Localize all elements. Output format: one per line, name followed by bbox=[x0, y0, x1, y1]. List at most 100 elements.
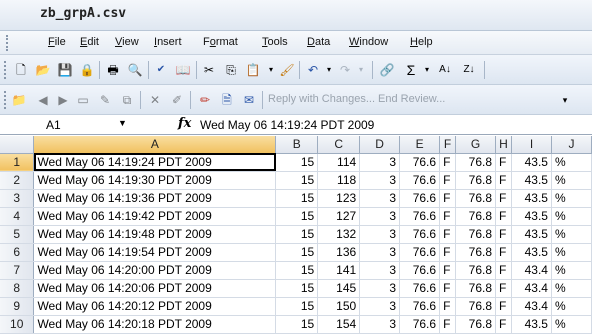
print-preview-icon[interactable]: 🔍 bbox=[126, 61, 144, 79]
select-all-corner[interactable] bbox=[0, 136, 35, 154]
cell-h8[interactable]: F bbox=[495, 279, 512, 298]
cell-a5[interactable]: Wed May 06 14:19:48 PDT 2009 bbox=[33, 225, 277, 244]
new-comment-icon[interactable]: ▭ bbox=[74, 91, 92, 109]
cell-b2[interactable]: 15 bbox=[275, 171, 319, 190]
name-box-dropdown-icon[interactable]: ▼ bbox=[118, 118, 127, 128]
cell-h3[interactable]: F bbox=[495, 189, 512, 208]
column-header-e[interactable]: E bbox=[399, 136, 441, 154]
menu-window[interactable]: Window bbox=[349, 36, 388, 48]
cell-d4[interactable]: 3 bbox=[359, 207, 401, 226]
column-header-g[interactable]: G bbox=[455, 136, 497, 154]
cell-h5[interactable]: F bbox=[495, 225, 512, 244]
cell-b1[interactable]: 15 bbox=[275, 153, 319, 172]
cell-j1[interactable]: % bbox=[551, 153, 592, 172]
cell-g3[interactable]: 76.8 bbox=[455, 189, 497, 208]
cell-g10[interactable]: 76.8 bbox=[455, 315, 497, 334]
cell-g7[interactable]: 76.8 bbox=[455, 261, 497, 280]
toolbar-options-icon[interactable]: ▾ bbox=[556, 91, 574, 109]
name-box[interactable]: A1 bbox=[46, 118, 61, 132]
toolbar-grip[interactable] bbox=[4, 61, 7, 79]
print-icon[interactable]: 🖶 bbox=[104, 61, 122, 79]
cell-d6[interactable]: 3 bbox=[359, 243, 401, 262]
row-header[interactable]: 5 bbox=[0, 225, 35, 244]
save-icon[interactable]: 💾 bbox=[56, 61, 74, 79]
sort-descending-icon[interactable]: Z↓ bbox=[460, 61, 478, 79]
column-header-c[interactable]: C bbox=[317, 136, 361, 154]
cell-a3[interactable]: Wed May 06 14:19:36 PDT 2009 bbox=[33, 189, 277, 208]
cell-e4[interactable]: 76.6 bbox=[399, 207, 441, 226]
show-comment-icon[interactable]: ✎ bbox=[96, 91, 114, 109]
menu-edit[interactable]: Edit bbox=[80, 36, 99, 48]
menubar-grip[interactable] bbox=[6, 35, 9, 51]
redo-dropdown-icon[interactable]: ▾ bbox=[352, 61, 370, 79]
delete-comment-icon[interactable]: ✕ bbox=[146, 91, 164, 109]
menu-insert[interactable]: Insert bbox=[154, 36, 182, 48]
cell-b6[interactable]: 15 bbox=[275, 243, 319, 262]
permission-icon[interactable]: 🔒 bbox=[78, 61, 96, 79]
cell-b4[interactable]: 15 bbox=[275, 207, 319, 226]
cell-i9[interactable]: 43.4 bbox=[511, 297, 552, 316]
cell-b5[interactable]: 15 bbox=[275, 225, 319, 244]
reply-with-changes-link[interactable]: Reply with Changes... End Review... bbox=[268, 93, 445, 105]
menu-view[interactable]: View bbox=[115, 36, 139, 48]
cell-i5[interactable]: 43.5 bbox=[511, 225, 552, 244]
cell-e5[interactable]: 76.6 bbox=[399, 225, 441, 244]
cell-h1[interactable]: F bbox=[495, 153, 512, 172]
cell-a10[interactable]: Wed May 06 14:20:18 PDT 2009 bbox=[33, 315, 277, 334]
menu-file[interactable]: File bbox=[48, 36, 66, 48]
cell-j6[interactable]: % bbox=[551, 243, 592, 262]
cell-g9[interactable]: 76.8 bbox=[455, 297, 497, 316]
cell-b3[interactable]: 15 bbox=[275, 189, 319, 208]
cell-e1[interactable]: 76.6 bbox=[399, 153, 441, 172]
row-header[interactable]: 2 bbox=[0, 171, 35, 190]
cell-c9[interactable]: 150 bbox=[317, 297, 361, 316]
cell-i4[interactable]: 43.5 bbox=[511, 207, 552, 226]
next-comment-icon[interactable]: ▶ bbox=[54, 91, 72, 109]
cell-h4[interactable]: F bbox=[495, 207, 512, 226]
cell-f10[interactable]: F bbox=[439, 315, 457, 334]
cell-a2[interactable]: Wed May 06 14:19:30 PDT 2009 bbox=[33, 171, 277, 190]
column-header-d[interactable]: D bbox=[359, 136, 401, 154]
spelling-icon[interactable]: ✔ bbox=[152, 61, 170, 79]
cell-b9[interactable]: 15 bbox=[275, 297, 319, 316]
column-header-h[interactable]: H bbox=[495, 136, 512, 154]
cell-c7[interactable]: 141 bbox=[317, 261, 361, 280]
cell-j10[interactable]: % bbox=[551, 315, 592, 334]
previous-comment-icon[interactable]: ◀ bbox=[34, 91, 52, 109]
cell-i7[interactable]: 43.4 bbox=[511, 261, 552, 280]
cell-f4[interactable]: F bbox=[439, 207, 457, 226]
update-file-icon[interactable]: 🗎 bbox=[218, 91, 236, 109]
cell-j4[interactable]: % bbox=[551, 207, 592, 226]
cell-h6[interactable]: F bbox=[495, 243, 512, 262]
cell-e6[interactable]: 76.6 bbox=[399, 243, 441, 262]
row-header[interactable]: 10 bbox=[0, 315, 35, 334]
cell-c4[interactable]: 127 bbox=[317, 207, 361, 226]
menu-format[interactable]: Format bbox=[203, 36, 238, 48]
cell-d3[interactable]: 3 bbox=[359, 189, 401, 208]
ink-annotations-icon[interactable]: ✐ bbox=[168, 91, 186, 109]
paste-icon[interactable]: 📋 bbox=[244, 61, 262, 79]
cell-f9[interactable]: F bbox=[439, 297, 457, 316]
cell-j7[interactable]: % bbox=[551, 261, 592, 280]
new-document-icon[interactable]: 🗋 bbox=[12, 61, 30, 79]
cut-icon[interactable]: ✂ bbox=[200, 61, 218, 79]
autosum-dropdown-icon[interactable]: ▾ bbox=[418, 61, 436, 79]
menu-tools[interactable]: Tools bbox=[262, 36, 288, 48]
toolbar-grip[interactable] bbox=[4, 91, 7, 109]
cell-c8[interactable]: 145 bbox=[317, 279, 361, 298]
cell-e8[interactable]: 76.6 bbox=[399, 279, 441, 298]
cell-f3[interactable]: F bbox=[439, 189, 457, 208]
cell-d8[interactable]: 3 bbox=[359, 279, 401, 298]
cell-c3[interactable]: 123 bbox=[317, 189, 361, 208]
cell-c10[interactable]: 154 bbox=[317, 315, 361, 334]
cell-h2[interactable]: F bbox=[495, 171, 512, 190]
cell-j3[interactable]: % bbox=[551, 189, 592, 208]
cell-h7[interactable]: F bbox=[495, 261, 512, 280]
cell-e10[interactable]: 76.6 bbox=[399, 315, 441, 334]
show-sheet-icon[interactable]: 📁 bbox=[10, 91, 28, 109]
hyperlink-icon[interactable]: 🔗 bbox=[378, 61, 396, 79]
cell-f2[interactable]: F bbox=[439, 171, 457, 190]
cell-i1[interactable]: 43.5 bbox=[511, 153, 552, 172]
cell-i2[interactable]: 43.5 bbox=[511, 171, 552, 190]
cell-d10[interactable]: 3 bbox=[359, 315, 401, 334]
